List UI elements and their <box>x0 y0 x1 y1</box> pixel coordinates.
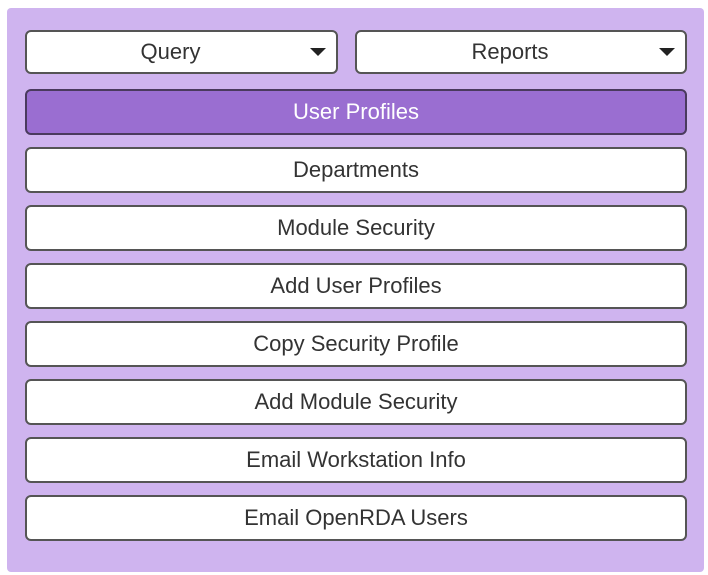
email-workstation-info-button[interactable]: Email Workstation Info <box>25 437 687 483</box>
menu-button-list: User Profiles Departments Module Securit… <box>25 89 687 553</box>
add-user-profiles-button[interactable]: Add User Profiles <box>25 263 687 309</box>
caret-down-icon <box>310 48 326 56</box>
caret-down-icon <box>659 48 675 56</box>
menu-panel: Query Reports User Profiles Departments … <box>7 8 704 572</box>
reports-dropdown[interactable]: Reports <box>355 30 687 74</box>
user-profiles-button[interactable]: User Profiles <box>25 89 687 135</box>
reports-dropdown-label: Reports <box>471 39 549 64</box>
departments-button[interactable]: Departments <box>25 147 687 193</box>
query-dropdown[interactable]: Query <box>25 30 338 74</box>
module-security-button[interactable]: Module Security <box>25 205 687 251</box>
dropdown-row: Query Reports <box>25 30 687 78</box>
email-openrda-users-button[interactable]: Email OpenRDA Users <box>25 495 687 541</box>
query-dropdown-label: Query <box>140 39 201 64</box>
copy-security-profile-button[interactable]: Copy Security Profile <box>25 321 687 367</box>
add-module-security-button[interactable]: Add Module Security <box>25 379 687 425</box>
